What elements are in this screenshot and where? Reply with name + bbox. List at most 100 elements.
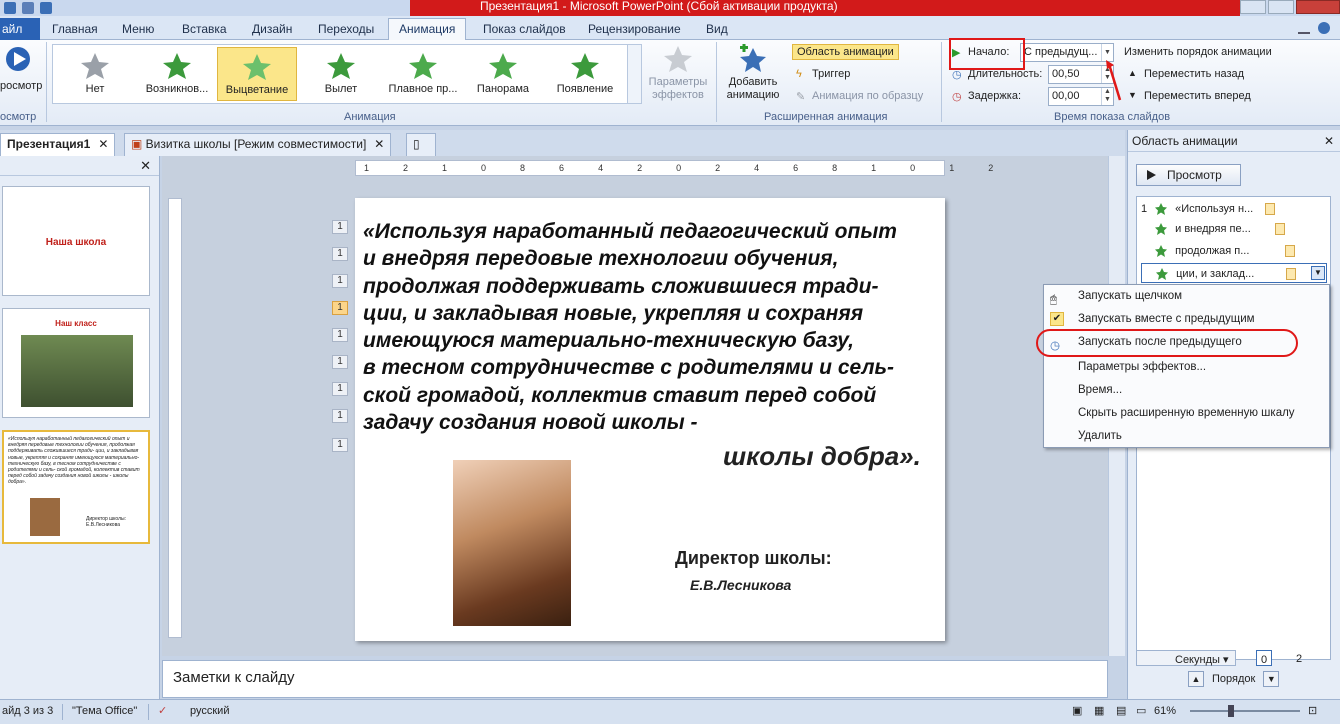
timeline-bar <box>1286 268 1296 280</box>
animation-wipe[interactable]: Появление <box>545 47 625 101</box>
menu-item-timing[interactable]: Время... <box>1044 379 1329 402</box>
title-bar: Презентация1 - Microsoft PowerPoint (Сбо… <box>0 0 1340 16</box>
menu-item-effect-options[interactable]: Параметры эффектов... <box>1044 356 1329 379</box>
ruler-tick-label: 4 <box>754 163 794 173</box>
close-icon[interactable]: ✕ <box>374 137 384 151</box>
menu-item-start-on-click[interactable]: 🖱 Запускать щелчком <box>1044 285 1329 308</box>
normal-view-icon[interactable]: ▣ <box>1072 700 1082 722</box>
window-title: Презентация1 - Microsoft PowerPoint (Сбо… <box>480 0 838 13</box>
effect-options-button[interactable]: Параметры эффектов <box>646 44 710 102</box>
menu-item-start-with-previous[interactable]: ✔ Запускать вместе с предыдущим <box>1044 308 1329 331</box>
new-tab-button[interactable]: ▯ <box>406 133 436 156</box>
quote-textbox[interactable]: «Используя наработанный педагогический о… <box>363 218 943 436</box>
ruler-tick-label: 4 <box>598 163 638 173</box>
timeline-bar <box>1285 245 1295 257</box>
redo-icon[interactable] <box>40 2 52 14</box>
animation-marker[interactable]: 1 <box>332 382 348 396</box>
close-icon[interactable]: ✕ <box>98 137 108 151</box>
animation-fade[interactable]: Выцветание <box>217 47 297 101</box>
tab-insert[interactable]: Вставка <box>182 20 227 38</box>
tab-review[interactable]: Рецензирование <box>588 20 681 38</box>
animation-appear[interactable]: Возникнов... <box>137 47 217 101</box>
menu-item-remove[interactable]: Удалить <box>1044 425 1329 448</box>
slide-thumbnail-3[interactable]: «Используя наработанный педагогический о… <box>2 430 150 544</box>
ruler-tick-label: 6 <box>559 163 599 173</box>
animation-marker[interactable]: 1 <box>332 409 348 423</box>
close-icon[interactable]: ✕ <box>140 158 151 174</box>
director-name: Е.В.Лесникова <box>690 577 792 593</box>
play-icon <box>1147 170 1156 180</box>
tab-menu[interactable]: Меню <box>122 20 154 38</box>
minimize-button[interactable] <box>1240 0 1266 14</box>
animation-pane-button[interactable]: Область анимации <box>792 44 899 60</box>
arrow-down-icon[interactable]: ▼ <box>1263 671 1280 687</box>
start-dropdown[interactable]: С предыдущ... ▼ <box>1020 43 1114 62</box>
spellcheck-icon[interactable]: ✓ <box>158 700 167 722</box>
move-later-button[interactable]: ▼ Переместить вперед <box>1128 90 1251 102</box>
slide-canvas[interactable]: «Используя наработанный педагогический о… <box>355 198 945 641</box>
maximize-button[interactable] <box>1268 0 1294 14</box>
tab-animations[interactable]: Анимация <box>388 18 467 41</box>
close-button[interactable] <box>1296 0 1340 14</box>
save-icon[interactable] <box>4 2 16 14</box>
slideshow-view-icon[interactable]: ▭ <box>1136 700 1146 722</box>
minimize-ribbon-icon[interactable] <box>1298 22 1310 34</box>
add-animation-button[interactable]: Добавить анимацию <box>720 44 786 102</box>
chevron-down-icon[interactable]: ▼ <box>1311 266 1325 280</box>
menu-item-hide-timeline[interactable]: Скрыть расширенную временную шкалу <box>1044 402 1329 425</box>
gallery-scroll[interactable] <box>627 45 641 103</box>
add-animation-icon <box>740 44 766 72</box>
animation-item[interactable]: и внедряя пе... <box>1141 219 1327 239</box>
notes-field[interactable]: Заметки к слайду <box>162 660 1108 698</box>
animation-fly-in[interactable]: Вылет <box>301 47 381 101</box>
slide-sorter-icon[interactable]: ▦ <box>1094 700 1104 722</box>
animation-float-in[interactable]: Плавное пр... <box>383 47 463 101</box>
language[interactable]: русский <box>190 700 229 722</box>
seconds-dropdown[interactable]: Секунды ▾ <box>1136 650 1236 666</box>
theme-name[interactable]: "Тема Office" <box>72 700 137 722</box>
animation-item-selected[interactable]: ции, и заклад... ▼ <box>1141 263 1327 283</box>
animation-gallery: Нет Возникнов... Выцветание Вылет Плавно… <box>52 44 642 104</box>
animation-marker[interactable]: 1 <box>332 247 348 261</box>
animation-marker[interactable]: 1 <box>332 274 348 288</box>
animation-marker[interactable]: 1 <box>332 220 348 234</box>
vertical-ruler <box>168 198 182 638</box>
play-button[interactable]: Просмотр <box>1136 164 1241 186</box>
animation-item[interactable]: 1 «Используя н... <box>1141 199 1327 219</box>
tab-slideshow[interactable]: Показ слайдов <box>483 20 566 38</box>
arrow-up-icon[interactable]: ▲ <box>1188 671 1204 687</box>
animation-marker[interactable]: 1 <box>332 355 348 369</box>
tab-design[interactable]: Дизайн <box>252 20 292 38</box>
zoom-slider-thumb[interactable] <box>1228 705 1234 717</box>
doc-tab-presentation1[interactable]: Презентация1 ✕ <box>0 133 116 156</box>
animation-pan[interactable]: Панорама <box>463 47 543 101</box>
animation-marker[interactable]: 1 <box>332 328 348 342</box>
help-icon[interactable] <box>1318 22 1330 34</box>
close-icon[interactable]: ✕ <box>1324 130 1334 152</box>
zoom-level[interactable]: 61% <box>1154 700 1176 722</box>
animation-item[interactable]: продолжая п... <box>1141 241 1327 261</box>
effect-options-icon <box>664 46 692 72</box>
tab-home[interactable]: Главная <box>52 20 98 38</box>
undo-icon[interactable] <box>22 2 34 14</box>
doc-tab-vizitka[interactable]: ▣ Визитка школы [Режим совместимости] ✕ <box>124 133 392 156</box>
timeline-two: 2 <box>1296 653 1303 665</box>
animation-marker[interactable]: 1 <box>332 301 348 315</box>
tab-view[interactable]: Вид <box>706 20 728 38</box>
animation-painter-button[interactable]: ✎ Анимация по образцу <box>796 90 923 103</box>
animation-none[interactable]: Нет <box>55 47 135 101</box>
quick-access-toolbar <box>0 0 52 16</box>
timeline-bar <box>1275 223 1285 235</box>
tab-file[interactable]: айл <box>0 18 40 40</box>
slide-thumbnail-2[interactable]: Наш класс <box>2 308 150 418</box>
trigger-button[interactable]: ϟ Триггер <box>796 68 850 80</box>
move-earlier-button[interactable]: ▲ Переместить назад <box>1128 68 1244 80</box>
preview-button[interactable]: росмотр <box>0 44 42 92</box>
reading-view-icon[interactable]: ▤ <box>1116 700 1126 722</box>
director-photo[interactable] <box>453 460 571 626</box>
zoom-slider[interactable] <box>1190 710 1300 712</box>
fit-slide-icon[interactable]: ⊡ <box>1308 700 1317 722</box>
tab-transitions[interactable]: Переходы <box>318 20 374 38</box>
animation-marker[interactable]: 1 <box>332 438 348 452</box>
slide-thumbnail-1[interactable]: Наша школа <box>2 186 150 296</box>
